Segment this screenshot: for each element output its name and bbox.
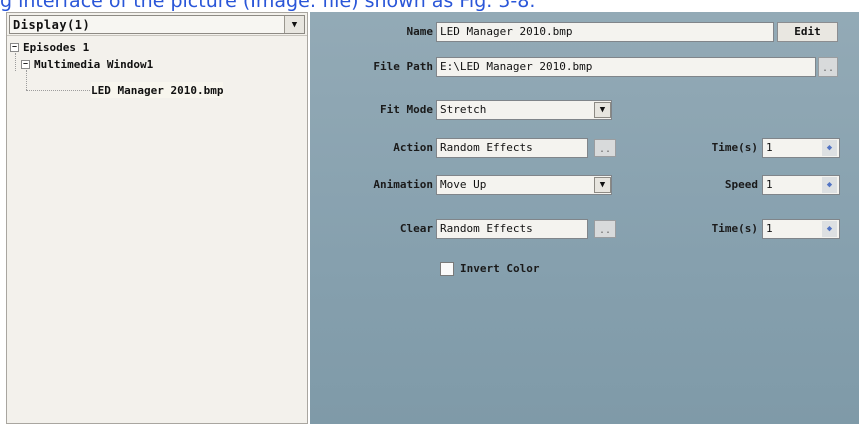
action-field[interactable]: Random Effects xyxy=(436,138,588,158)
spinner-icon[interactable]: ◆ xyxy=(822,177,837,193)
tree-item-label: Episodes 1 xyxy=(23,40,90,54)
display-combo-value: Display(1) xyxy=(13,17,91,32)
fit-mode-label: Fit Mode xyxy=(380,103,433,116)
tree-item-multimedia-window[interactable]: − Multimedia Window1 xyxy=(21,56,153,72)
figure-caption: g interface of the picture (Image: file)… xyxy=(0,0,536,11)
collapse-icon[interactable]: − xyxy=(10,42,19,52)
left-panel: Display(1) ▼ − Episodes 1 − Multimedia W… xyxy=(6,12,308,424)
tree-connector xyxy=(15,53,16,71)
tree-connector xyxy=(26,90,90,91)
animation-select[interactable]: Move Up xyxy=(436,175,612,195)
fit-mode-select[interactable]: Stretch xyxy=(436,100,612,120)
invert-color-checkbox[interactable] xyxy=(440,262,454,276)
tree-item-led-manager[interactable]: LED Manager 2010.bmp xyxy=(91,82,224,98)
clear-time-label: Time(s) xyxy=(711,222,758,235)
edit-button[interactable]: Edit xyxy=(777,22,838,42)
action-time-label: Time(s) xyxy=(711,141,758,154)
episode-tree: − Episodes 1 − Multimedia Window1 LED Ma… xyxy=(7,35,307,423)
clear-field[interactable]: Random Effects xyxy=(436,219,588,239)
display-combo[interactable]: Display(1) ▼ xyxy=(9,15,305,34)
animation-label: Animation xyxy=(373,178,433,191)
action-effects-button[interactable]: .. xyxy=(594,139,616,157)
action-label: Action xyxy=(393,141,433,154)
tree-item-label: LED Manager 2010.bmp xyxy=(91,83,224,97)
name-label: Name xyxy=(406,25,434,38)
properties-panel: Name LED Manager 2010.bmp Edit File Path… xyxy=(310,12,859,424)
tree-connector xyxy=(26,70,27,90)
collapse-icon[interactable]: − xyxy=(21,59,30,69)
chevron-down-icon[interactable]: ▼ xyxy=(594,102,611,118)
clear-label: Clear xyxy=(399,222,433,235)
spinner-icon[interactable]: ◆ xyxy=(822,221,837,237)
browse-button[interactable]: .. xyxy=(818,57,838,77)
file-path-field[interactable]: E:\LED Manager 2010.bmp xyxy=(436,57,816,77)
clear-effects-button[interactable]: .. xyxy=(594,220,616,238)
tree-item-label: Multimedia Window1 xyxy=(34,57,154,71)
name-field[interactable]: LED Manager 2010.bmp xyxy=(436,22,774,42)
speed-label: Speed xyxy=(724,178,758,191)
invert-color-label: Invert Color xyxy=(460,262,540,275)
tree-item-episodes[interactable]: − Episodes 1 xyxy=(10,39,89,55)
spinner-icon[interactable]: ◆ xyxy=(822,140,837,156)
chevron-down-icon[interactable]: ▼ xyxy=(594,177,611,193)
file-path-label: File Path xyxy=(373,60,433,73)
chevron-down-icon[interactable]: ▼ xyxy=(284,16,304,33)
